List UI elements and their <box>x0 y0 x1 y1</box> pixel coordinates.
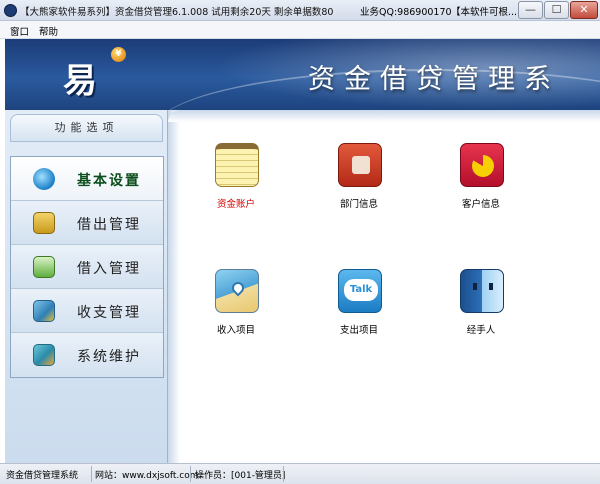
tile-fund-account[interactable]: 资金账户 <box>196 143 276 223</box>
pacman-icon <box>460 143 504 187</box>
sidebar-item-label: 基本设置 <box>77 173 141 189</box>
tile-label: 资金账户 <box>216 199 255 210</box>
close-button[interactable]: ✕ <box>570 1 598 19</box>
window-title: 【大熊家软件易系列】资金借贷管理6.1.008 试用剩余20天 剩余单据数80 <box>20 7 334 18</box>
status-app-name: 资金借贷管理系统 <box>6 471 79 481</box>
sidebar-item-label: 收支管理 <box>77 305 141 321</box>
puzzle-icon <box>338 143 382 187</box>
ledger-icon <box>33 300 55 322</box>
maintenance-icon <box>33 344 55 366</box>
tile-label: 客户信息 <box>461 199 500 210</box>
maximize-button[interactable]: ☐ <box>544 1 569 19</box>
title-notice: 【本软件可根... <box>451 7 517 18</box>
money-drawer-icon <box>33 212 55 234</box>
sidebar-item-basic-settings[interactable]: 基本设置 <box>11 157 163 201</box>
title-bar: 【大熊家软件易系列】资金借贷管理6.1.008 试用剩余20天 剩余单据数80 … <box>0 0 600 21</box>
tile-handler[interactable]: 经手人 <box>441 269 521 349</box>
banner-title: 资金借贷管理系 <box>308 64 560 95</box>
tile-expense-items[interactable]: Talk 支出项目 <box>319 269 399 349</box>
notepad-icon <box>215 143 259 187</box>
sidebar-item-system-maintenance[interactable]: 系统维护 <box>11 333 163 377</box>
tile-label: 部门信息 <box>339 199 378 210</box>
sidebar-item-lending[interactable]: 借出管理 <box>11 201 163 245</box>
status-bar: 资金借贷管理系统 网站：www.dxjsoft.com 操作员：[001-管理员… <box>0 463 600 484</box>
globe-gear-icon <box>33 168 55 190</box>
map-pin-icon <box>215 269 259 313</box>
menu-bar: 窗口 帮助 <box>0 21 600 39</box>
finder-face-icon <box>460 269 504 313</box>
app-icon[interactable] <box>4 4 17 17</box>
tile-label: 收入项目 <box>216 325 255 336</box>
inbox-icon <box>33 256 55 278</box>
function-panel-header: 功能选项 <box>10 114 163 142</box>
minimize-button[interactable]: — <box>518 1 543 19</box>
sidebar-item-label: 借出管理 <box>77 217 141 233</box>
status-operator: 操作员：[001-管理员] <box>195 471 286 481</box>
function-list: 基本设置 借出管理 借入管理 收支管理 系统维护 <box>10 156 164 378</box>
coin-icon: ¥ <box>111 47 126 62</box>
menu-help[interactable]: 帮助 <box>39 24 58 38</box>
business-qq: 业务QQ:986900170 <box>360 7 452 18</box>
sidebar-item-label: 系统维护 <box>77 349 141 365</box>
tile-label: 支出项目 <box>339 325 378 336</box>
tile-label: 经手人 <box>466 325 496 336</box>
tile-income-items[interactable]: 收入项目 <box>196 269 276 349</box>
sidebar-item-income-expense[interactable]: 收支管理 <box>11 289 163 333</box>
talk-bubble-icon: Talk <box>338 269 382 313</box>
menu-window[interactable]: 窗口 <box>10 24 29 38</box>
tile-customer-info[interactable]: 客户信息 <box>441 143 521 223</box>
status-website: 网站：www.dxjsoft.com <box>95 471 199 481</box>
function-panel: 功能选项 基本设置 借出管理 借入管理 收支管理 系统维护 <box>5 110 168 463</box>
sidebar-item-label: 借入管理 <box>77 261 141 277</box>
logo: 易 <box>63 61 97 101</box>
app-banner: 易 ¥ 资金借贷管理系 <box>5 39 600 110</box>
tile-department-info[interactable]: 部门信息 <box>319 143 399 223</box>
sidebar-item-borrowing[interactable]: 借入管理 <box>11 245 163 289</box>
